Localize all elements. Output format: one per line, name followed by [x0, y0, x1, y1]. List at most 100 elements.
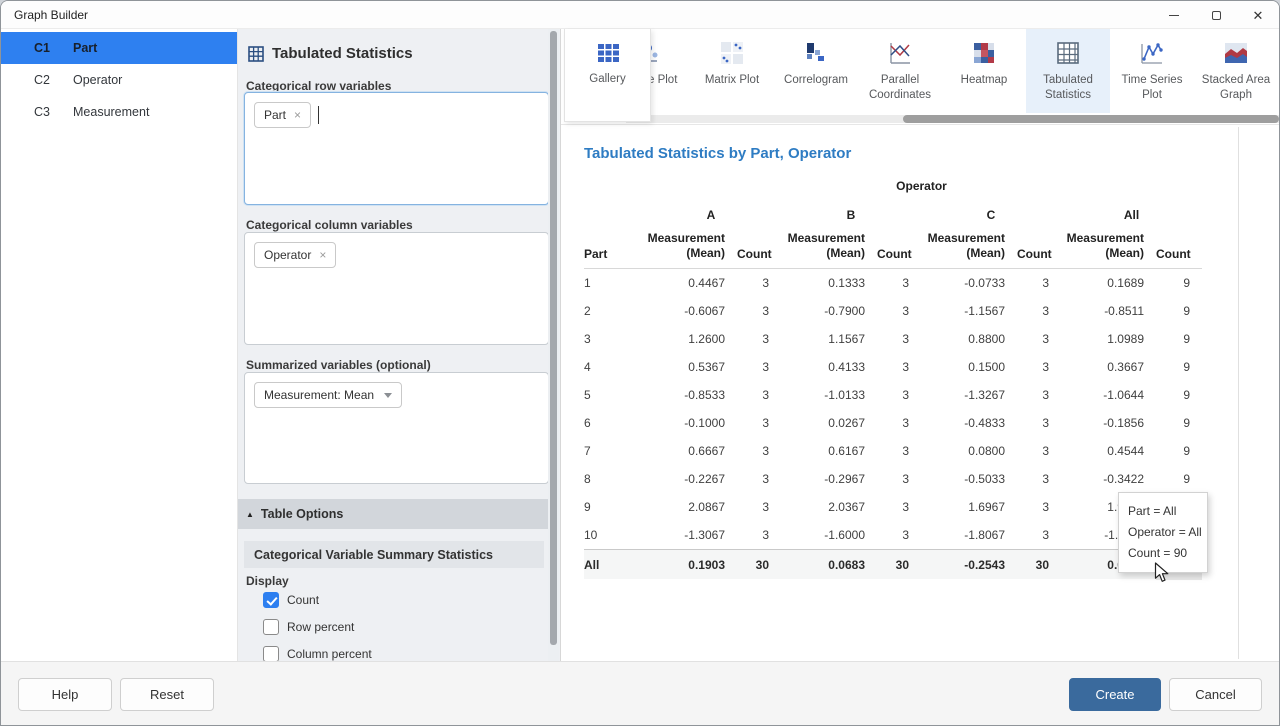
checkbox-checked-icon[interactable]: [263, 592, 279, 608]
value-cell: 3: [1017, 381, 1061, 409]
tab-parallel-coordinates[interactable]: Parallel Coordinates: [858, 29, 942, 113]
tab-tabulated-statistics[interactable]: Tabulated Statistics: [1026, 29, 1110, 113]
variable-chip-operator[interactable]: Operator ×: [254, 242, 336, 268]
value-cell: 2.0867: [641, 493, 737, 521]
sidebar-item-operator[interactable]: C2 Operator: [1, 64, 237, 96]
group-all-header: All: [1061, 208, 1202, 222]
row-label-cell: 5: [584, 381, 641, 409]
value-cell: -0.1856: [1061, 409, 1156, 437]
mean-header: Measurement(Mean): [1061, 231, 1156, 261]
sidebar-item-part[interactable]: C1 Part: [1, 32, 237, 64]
value-cell: 9: [1156, 269, 1202, 297]
remove-chip-icon[interactable]: ×: [294, 109, 301, 121]
value-cell: 1.2600: [641, 325, 737, 353]
checkbox-unchecked-icon[interactable]: [263, 646, 279, 662]
chevron-down-icon[interactable]: [384, 393, 392, 398]
panel-scrollbar[interactable]: [548, 29, 559, 661]
value-cell: 3: [737, 381, 781, 409]
value-cell: -0.2267: [641, 465, 737, 493]
remove-chip-icon[interactable]: ×: [319, 249, 326, 261]
tab-matrix-plot[interactable]: Matrix Plot: [690, 29, 774, 113]
statistics-table: Operator A B C All Part Measurement(Mean…: [584, 173, 1202, 579]
tab-label: Gallery: [589, 73, 625, 85]
maximize-icon: [1212, 11, 1221, 20]
value-cell: -0.3422: [1061, 465, 1156, 493]
value-cell: 0.3667: [1061, 353, 1156, 381]
heatmap-icon: [971, 40, 997, 66]
column-variables-dropzone[interactable]: Operator ×: [244, 232, 549, 345]
value-cell: 9: [1156, 325, 1202, 353]
tab-heatmap[interactable]: Heatmap: [942, 29, 1026, 113]
minimize-button[interactable]: [1153, 1, 1195, 29]
chip-label: Operator: [264, 248, 311, 262]
checkbox-row-percent[interactable]: Row percent: [263, 619, 354, 635]
value-cell: 9: [1156, 465, 1202, 493]
column-label: Part: [73, 41, 97, 55]
summarized-variables-dropzone[interactable]: Measurement: Mean: [244, 372, 549, 484]
gallery-scrollbar[interactable]: [626, 115, 1280, 123]
group-b-header: B: [781, 208, 921, 222]
parallel-coordinates-icon: [887, 40, 913, 66]
tab-stacked-area-graph[interactable]: Stacked Area Graph: [1194, 29, 1278, 113]
value-cell: 30: [877, 550, 921, 580]
checkbox-count[interactable]: Count: [263, 592, 319, 608]
checkbox-column-percent[interactable]: Column percent: [263, 646, 372, 662]
variable-chip-measurement-mean[interactable]: Measurement: Mean: [254, 382, 402, 408]
value-cell: 1.1567: [781, 325, 877, 353]
help-button[interactable]: Help: [18, 678, 112, 711]
checkbox-unchecked-icon[interactable]: [263, 619, 279, 635]
value-cell: 3: [1017, 325, 1061, 353]
summary-statistics-subheader: Categorical Variable Summary Statistics: [244, 541, 544, 568]
value-cell: 0.4467: [641, 269, 737, 297]
graph-gallery: Bubble Plot Matrix Plot Correlogram: [561, 29, 1280, 125]
table-row: 10.446730.13333-0.073330.16899: [584, 269, 1202, 297]
tab-time-series-plot[interactable]: Time Series Plot: [1110, 29, 1194, 113]
row-label-cell: 8: [584, 465, 641, 493]
cancel-button[interactable]: Cancel: [1169, 678, 1262, 711]
panel-title: Tabulated Statistics: [272, 45, 413, 62]
row-label-cell: 3: [584, 325, 641, 353]
table-title: Tabulated Statistics by Part, Operator: [584, 145, 851, 162]
create-button[interactable]: Create: [1069, 678, 1161, 711]
value-cell: 3: [877, 381, 921, 409]
tabulated-statistics-icon: [1055, 40, 1081, 66]
matrix-plot-icon: [719, 40, 745, 66]
row-label-cell: All: [584, 550, 641, 580]
gallery-scrollbar-thumb[interactable]: [903, 115, 1279, 123]
value-cell: -1.3067: [641, 521, 737, 549]
column-id: C2: [1, 73, 73, 87]
checkbox-label: Column percent: [287, 647, 372, 661]
variable-chip-part[interactable]: Part ×: [254, 102, 311, 128]
value-cell: 0.1500: [921, 353, 1017, 381]
window-title: Graph Builder: [14, 8, 88, 22]
value-cell: 3: [877, 493, 921, 521]
value-cell: 0.0267: [781, 409, 877, 437]
table-row: 8-0.22673-0.29673-0.50333-0.34229: [584, 465, 1202, 493]
value-cell: -1.6000: [781, 521, 877, 549]
sidebar-item-measurement[interactable]: C3 Measurement: [1, 96, 237, 128]
value-cell: 0.0800: [921, 437, 1017, 465]
gallery-grid-icon: [595, 40, 621, 66]
table-options-header[interactable]: ▲ Table Options: [238, 499, 550, 529]
table-row: 10-1.30673-1.60003-1.80673-1.57119: [584, 521, 1202, 549]
close-button[interactable]: ✕: [1237, 1, 1279, 29]
value-cell: -0.5033: [921, 465, 1017, 493]
table-row: 31.260031.156730.880031.09899: [584, 325, 1202, 353]
settings-panel: Tabulated Statistics Categorical row var…: [238, 29, 561, 661]
row-variables-label: Categorical row variables: [246, 79, 391, 93]
cell-tooltip: Part = All Operator = All Count = 90: [1118, 492, 1208, 573]
value-cell: -0.2967: [781, 465, 877, 493]
count-header: Count: [737, 247, 781, 261]
row-variables-dropzone[interactable]: Part ×: [244, 92, 549, 205]
panel-scrollbar-thumb[interactable]: [550, 31, 557, 645]
table-options-label: Table Options: [261, 507, 343, 521]
row-label-cell: 1: [584, 269, 641, 297]
tab-gallery[interactable]: Gallery: [564, 29, 651, 122]
value-cell: 0.0683: [781, 550, 877, 580]
tab-label: Correlogram: [776, 73, 856, 88]
tab-label: Time Series Plot: [1112, 73, 1192, 103]
tab-correlogram[interactable]: Correlogram: [774, 29, 858, 113]
value-cell: 0.1333: [781, 269, 877, 297]
maximize-button[interactable]: [1195, 1, 1237, 29]
reset-button[interactable]: Reset: [120, 678, 214, 711]
